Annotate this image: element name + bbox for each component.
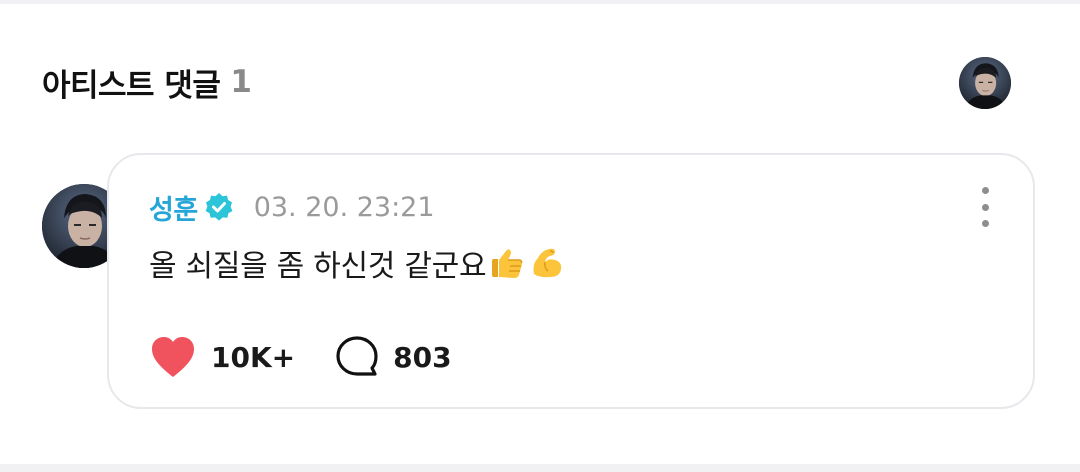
like-count: 10K+: [211, 340, 296, 374]
artist-avatar-small[interactable]: [959, 57, 1011, 109]
section-header: 아티스트 댓글 1: [42, 58, 252, 106]
section-title: 아티스트 댓글: [42, 67, 221, 104]
artist-comment-screen: 아티스트 댓글 1 성훈 03. 20. 23:21 올 쇠질을 좀 하신것 같…: [0, 0, 1080, 472]
verified-badge-icon: [204, 192, 234, 222]
thumbs-up-emoji-icon: [488, 244, 526, 282]
flexed-biceps-emoji-icon: [528, 244, 566, 282]
more-options-icon[interactable]: [973, 187, 997, 227]
speech-bubble-icon[interactable]: [335, 335, 379, 379]
top-divider: [0, 0, 1080, 4]
reply-button[interactable]: 803: [335, 335, 452, 379]
reply-count: 803: [393, 340, 452, 374]
comment-body: 올 쇠질을 좀 하신것 같군요: [149, 241, 566, 285]
comment-meta: 성훈 03. 20. 23:21: [149, 188, 435, 227]
heart-icon[interactable]: [149, 335, 197, 379]
comment-actions: 10K+ 803: [149, 335, 452, 379]
comment-card[interactable]: 성훈 03. 20. 23:21 올 쇠질을 좀 하신것 같군요 10K+ 80…: [107, 153, 1035, 409]
like-button[interactable]: 10K+: [149, 335, 295, 379]
author-name[interactable]: 성훈: [149, 188, 198, 227]
section-count: 1: [230, 64, 252, 100]
comment-timestamp: 03. 20. 23:21: [253, 191, 435, 223]
comment-text: 올 쇠질을 좀 하신것 같군요: [149, 249, 487, 284]
bottom-divider: [0, 464, 1080, 472]
